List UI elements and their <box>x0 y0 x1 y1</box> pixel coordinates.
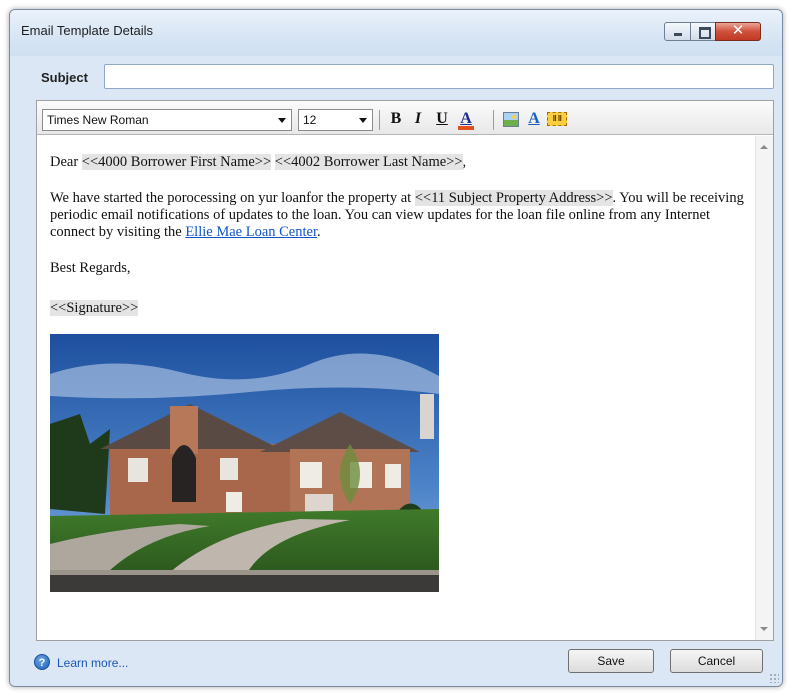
loan-center-link[interactable]: Ellie Mae Loan Center <box>185 224 317 240</box>
font-size-value: 12 <box>303 113 317 127</box>
editor-content[interactable]: Dear <<4000 Borrower First Name>> <<4002… <box>37 136 756 640</box>
signature-line: <<Signature>> <box>50 300 139 317</box>
font-family-select[interactable]: Times New Roman <box>42 109 292 131</box>
minimize-button[interactable] <box>664 22 691 41</box>
subject-input[interactable] <box>104 64 774 89</box>
minimize-icon <box>674 33 682 36</box>
italic-button[interactable]: I <box>409 109 427 129</box>
house-photo[interactable] <box>50 334 439 592</box>
paragraph-text: We have started the porocessing on yur l… <box>50 190 412 206</box>
title-bar[interactable]: Email Template Details ✕ <box>10 10 782 56</box>
font-size-select[interactable]: 12 <box>298 109 373 131</box>
cancel-button[interactable]: Cancel <box>670 649 763 673</box>
chevron-down-icon <box>359 118 367 123</box>
font-color-button[interactable]: A <box>457 109 475 130</box>
field-signature[interactable]: <<Signature>> <box>50 300 139 316</box>
insert-field-icon[interactable]: II II <box>547 112 567 126</box>
resize-grip-icon[interactable] <box>769 673 779 683</box>
vertical-scrollbar[interactable] <box>755 136 773 640</box>
background-color-button[interactable]: A <box>525 109 543 129</box>
field-borrower-first-name[interactable]: <<4000 Borrower First Name>> <box>81 154 272 170</box>
toolbar-separator <box>493 110 494 130</box>
font-color-swatch <box>458 126 474 130</box>
subject-label: Subject <box>41 70 88 85</box>
help-icon[interactable]: ? <box>34 654 50 670</box>
field-borrower-last-name[interactable]: <<4002 Borrower Last Name>> <box>274 154 463 170</box>
greeting-suffix: , <box>462 154 467 170</box>
house-photo-graphic <box>50 334 439 592</box>
chevron-down-icon <box>278 118 286 123</box>
scroll-up-icon[interactable] <box>760 145 768 149</box>
font-family-value: Times New Roman <box>47 113 149 127</box>
greeting-prefix: Dear <box>50 154 79 170</box>
sun-icon <box>512 115 516 119</box>
save-button[interactable]: Save <box>568 649 654 673</box>
close-icon: ✕ <box>731 21 745 39</box>
insert-image-icon[interactable] <box>503 112 519 127</box>
maximize-icon <box>699 27 711 39</box>
dialog-body: Subject Times New Roman 12 B I U A A II … <box>10 56 782 686</box>
underline-button[interactable]: U <box>433 109 451 129</box>
close-button[interactable]: ✕ <box>715 21 761 41</box>
field-subject-property-address[interactable]: <<11 Subject Property Address>> <box>414 190 613 206</box>
body-paragraph: We have started the porocessing on yur l… <box>50 190 750 241</box>
bold-button[interactable]: B <box>387 109 405 129</box>
window-title: Email Template Details <box>21 23 153 38</box>
html-editor: Times New Roman 12 B I U A A II II Dear … <box>36 100 774 641</box>
maximize-button[interactable] <box>690 22 716 41</box>
email-template-dialog: Email Template Details ✕ Subject Times N… <box>9 9 783 687</box>
font-color-icon: A <box>460 110 472 127</box>
greeting-line: Dear <<4000 Borrower First Name>> <<4002… <box>50 154 466 171</box>
learn-more-link[interactable]: Learn more... <box>57 656 128 670</box>
paragraph-text: . <box>316 224 321 240</box>
scroll-down-icon[interactable] <box>760 627 768 631</box>
editor-toolbar: Times New Roman 12 B I U A A II II <box>37 101 773 135</box>
toolbar-separator <box>379 110 380 130</box>
closing-line: Best Regards, <box>50 260 131 276</box>
